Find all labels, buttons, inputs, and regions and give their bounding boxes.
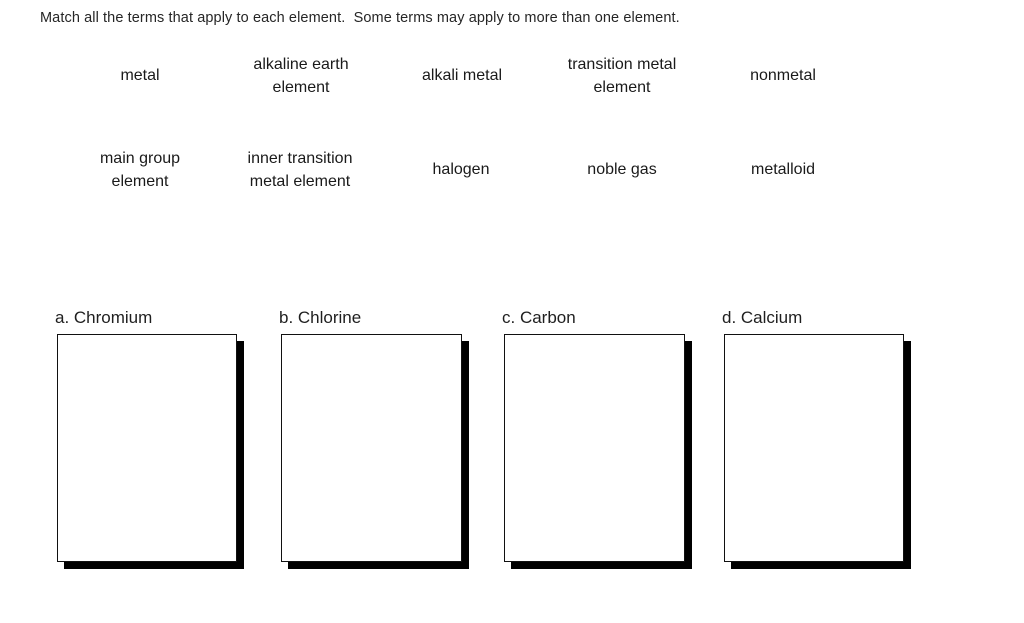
term-line-1: metalloid bbox=[750, 161, 816, 178]
term-transition-metal-element: transition metal element bbox=[568, 53, 677, 99]
term-main-group-element: main group element bbox=[100, 147, 180, 193]
term-line-2: element bbox=[272, 79, 330, 96]
answer-slot-calcium: d. Calcium bbox=[722, 308, 922, 578]
term-metalloid: metalloid bbox=[751, 158, 815, 181]
answer-box-text bbox=[505, 335, 684, 351]
answer-box-chlorine[interactable] bbox=[281, 334, 462, 562]
answer-box-text bbox=[58, 335, 236, 351]
term-halogen: halogen bbox=[433, 158, 490, 181]
answer-slot-label: b. Chlorine bbox=[279, 308, 362, 327]
answer-slot-label: d. Calcium bbox=[722, 308, 803, 327]
answer-box-carbon[interactable] bbox=[504, 334, 685, 562]
term-alkali-metal: alkali metal bbox=[422, 64, 502, 87]
answer-slot-chromium: a. Chromium bbox=[55, 308, 255, 578]
term-line-1: main group bbox=[99, 150, 181, 167]
term-line-1: alkaline earth bbox=[253, 56, 349, 73]
term-line-2: element bbox=[111, 173, 169, 190]
answer-box-chromium[interactable] bbox=[57, 334, 237, 562]
answer-box-text bbox=[282, 335, 461, 351]
term-line-2: element bbox=[593, 79, 651, 96]
term-line-2: metal element bbox=[249, 173, 351, 190]
term-line-1: noble gas bbox=[587, 161, 657, 178]
answer-slot-chlorine: b. Chlorine bbox=[279, 308, 479, 578]
term-alkaline-earth-element: alkaline earth element bbox=[253, 53, 348, 99]
term-metal: metal bbox=[120, 64, 159, 87]
answer-slot-carbon: c. Carbon bbox=[502, 308, 702, 578]
term-line-1: alkali metal bbox=[421, 67, 503, 84]
term-noble-gas: noble gas bbox=[587, 158, 656, 181]
term-line-1: transition metal bbox=[567, 56, 677, 73]
term-line-1: halogen bbox=[432, 161, 490, 178]
instruction-text: Match all the terms that apply to each e… bbox=[40, 10, 680, 26]
term-inner-transition-metal-element: inner transition metal element bbox=[248, 147, 353, 193]
term-line-1: nonmetal bbox=[750, 67, 816, 84]
answer-box-calcium[interactable] bbox=[724, 334, 904, 562]
term-line-1: metal bbox=[120, 67, 160, 84]
term-line-1: inner transition bbox=[247, 150, 353, 167]
answer-box-text bbox=[725, 335, 903, 351]
answer-slot-label: a. Chromium bbox=[55, 308, 153, 327]
answer-slot-label: c. Carbon bbox=[502, 308, 576, 327]
term-nonmetal: nonmetal bbox=[750, 64, 816, 87]
